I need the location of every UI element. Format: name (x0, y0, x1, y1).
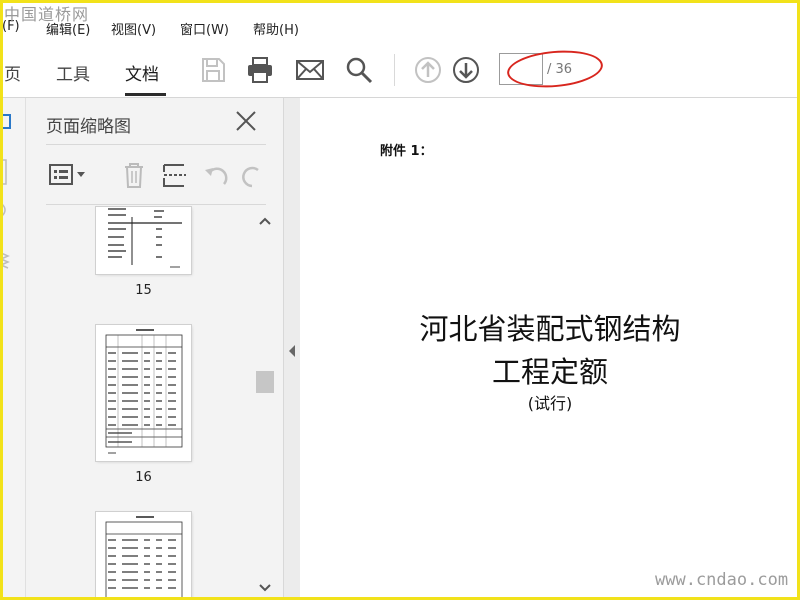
document-title-line1: 河北省装配式钢结构 (419, 312, 681, 346)
panel-title: 页面缩略图 (46, 117, 131, 137)
active-tab-indicator (125, 93, 166, 96)
menu-bar: (F) 编辑(E) 视图(V) 窗口(W) 帮助(H) (0, 14, 800, 40)
page-thumbnail-17[interactable] (96, 512, 191, 600)
thumbnail-label-15: 15 (135, 283, 152, 298)
search-icon[interactable] (344, 55, 374, 85)
extract-icon[interactable] (160, 160, 190, 190)
chevron-up-icon[interactable] (258, 216, 272, 226)
undo-icon[interactable] (202, 160, 232, 190)
page-down-icon[interactable] (451, 55, 481, 85)
menu-help[interactable]: 帮助(H) (253, 19, 299, 38)
tab-tools[interactable]: 工具 (56, 60, 90, 85)
collapse-arrow-icon[interactable] (287, 344, 297, 358)
chevron-down-icon[interactable] (258, 583, 272, 593)
panel-divider (46, 144, 266, 145)
thumbnail-preview (108, 208, 182, 268)
watermark-top: 中国道桥网 (4, 5, 90, 24)
toolbar-separator (394, 54, 395, 86)
watermark-bottom: www.cndao.com (655, 570, 789, 590)
panel-divider-2 (46, 204, 266, 205)
thumbnail-panel: 页面缩略图 15 16 (26, 98, 284, 600)
menu-view[interactable]: 视图(V) (111, 19, 156, 38)
menu-window[interactable]: 窗口(W) (180, 19, 229, 38)
email-icon[interactable] (295, 55, 325, 85)
layers-nav-icon[interactable] (0, 250, 14, 272)
document-subtitle: (试行) (527, 394, 573, 413)
thumbnail-scrollbar[interactable] (254, 208, 276, 600)
main-toolbar: 页 工具 文档 / 36 (0, 40, 800, 98)
thumbnails-nav-icon[interactable] (0, 112, 14, 132)
page-thumbnail-16[interactable] (96, 325, 191, 461)
bookmarks-nav-icon[interactable] (0, 158, 14, 188)
attachment-label: 附件 1： (380, 144, 433, 159)
attachments-nav-icon[interactable] (0, 202, 14, 218)
tab-home[interactable]: 页 (4, 60, 21, 85)
page-up-icon[interactable] (413, 55, 443, 85)
scrollbar-thumb[interactable] (256, 371, 274, 393)
thumbnail-preview (105, 329, 183, 454)
tab-document[interactable]: 文档 (125, 60, 159, 85)
document-title-line2: 工程定额 (491, 355, 608, 389)
redo-icon[interactable] (242, 160, 264, 190)
save-icon[interactable] (198, 55, 228, 85)
navigation-strip (0, 98, 26, 600)
thumbnail-label-16: 16 (135, 470, 152, 485)
print-icon[interactable] (245, 55, 275, 85)
thumbnail-options-icon[interactable] (48, 160, 88, 190)
delete-icon[interactable] (119, 160, 149, 190)
close-icon[interactable] (235, 110, 257, 132)
panel-collapse-handle[interactable] (284, 98, 300, 600)
document-page: 附件 1： 河北省装配式钢结构 工程定额 (试行) (300, 98, 800, 600)
page-thumbnail-15[interactable] (96, 207, 191, 274)
thumbnail-preview (105, 516, 183, 600)
